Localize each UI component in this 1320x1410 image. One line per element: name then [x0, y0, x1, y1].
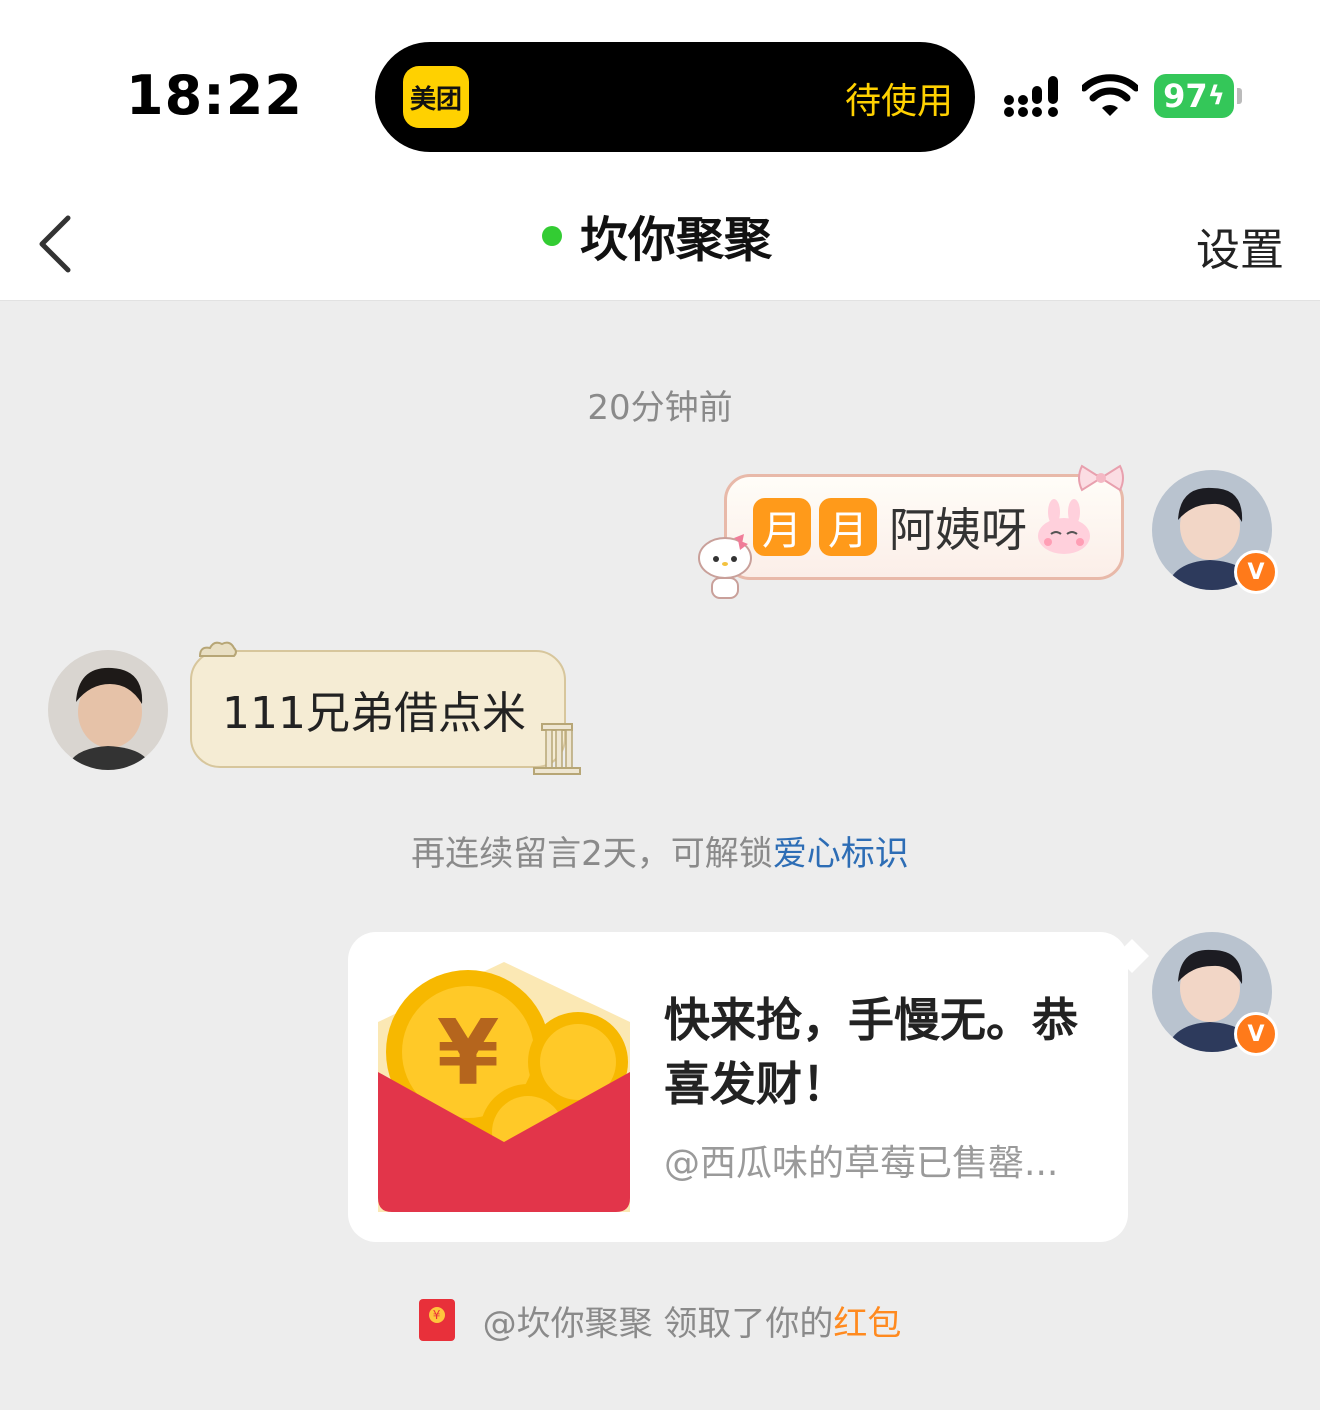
red-packet-claim-notice: @坎你聚聚 领取了你的红包 — [0, 1296, 1320, 1347]
chat-title: 坎你聚聚 — [580, 212, 773, 268]
moon-emoji-icon: 月 — [753, 498, 811, 556]
svg-text:¥: ¥ — [437, 1001, 500, 1106]
back-chevron-icon[interactable] — [34, 212, 78, 276]
moon-emoji-icon: 月 — [819, 498, 877, 556]
hello-kitty-sticker-icon — [698, 534, 752, 599]
received-message-bubble[interactable]: 111兄弟借点米 — [190, 650, 566, 768]
heart-badge-link[interactable]: 爱心标识 — [773, 834, 909, 874]
unlock-hint: 再连续留言2天，可解锁爱心标识 — [0, 826, 1320, 875]
message-text: 阿姨呀 — [889, 503, 1027, 557]
red-packet-card[interactable]: ¥ 快来抢，手慢无。恭喜发财！ @西瓜味的草莓已售罄... — [348, 932, 1128, 1242]
dynamic-island[interactable]: 美团 待使用 — [375, 42, 975, 152]
red-packet-title: 快来抢，手慢无。恭喜发财！ — [664, 993, 1078, 1111]
meituan-app-icon: 美团 — [403, 66, 469, 128]
settings-button[interactable]: 设置 — [1196, 214, 1284, 278]
chat-header: 坎你聚聚 设置 — [0, 190, 1320, 301]
message-timestamp: 20分钟前 — [587, 388, 733, 428]
verified-badge-icon: V — [1234, 550, 1278, 594]
friend-avatar[interactable] — [48, 650, 168, 770]
battery-indicator: 97 ϟ — [1154, 74, 1234, 118]
red-packet-small-icon — [418, 1298, 455, 1341]
wifi-icon — [1082, 74, 1138, 116]
battery-tip — [1237, 88, 1242, 104]
red-envelope-coins-icon: ¥ — [378, 962, 630, 1212]
island-status-text: 待使用 — [844, 81, 953, 122]
unlock-hint-text: 再连续留言2天，可解锁 — [411, 834, 773, 874]
cellular-signal-icon — [1004, 76, 1058, 117]
sent-message-bubble[interactable]: 月 月 阿姨呀 — [724, 474, 1124, 580]
claim-notice-text: @坎你聚聚 领取了你的 — [482, 1304, 834, 1344]
column-ornament-icon — [533, 723, 581, 775]
avatar-photo — [48, 650, 168, 770]
bow-decoration-icon — [1078, 464, 1124, 492]
red-packet-sender: @西瓜味的草莓已售罄... — [664, 1143, 1059, 1184]
bunny-emoji-icon — [1038, 499, 1090, 554]
online-status-dot — [542, 226, 562, 246]
status-bar: 18:22 美团 待使用 97 ϟ — [0, 0, 1320, 190]
cloud-ornament-icon — [198, 641, 237, 657]
verified-badge-icon: V — [1234, 1012, 1278, 1056]
status-time: 18:22 — [126, 64, 303, 127]
message-text: 111兄弟借点米 — [222, 688, 526, 739]
red-packet-link[interactable]: 红包 — [833, 1304, 901, 1344]
charging-bolt-icon: ϟ — [1207, 81, 1225, 111]
